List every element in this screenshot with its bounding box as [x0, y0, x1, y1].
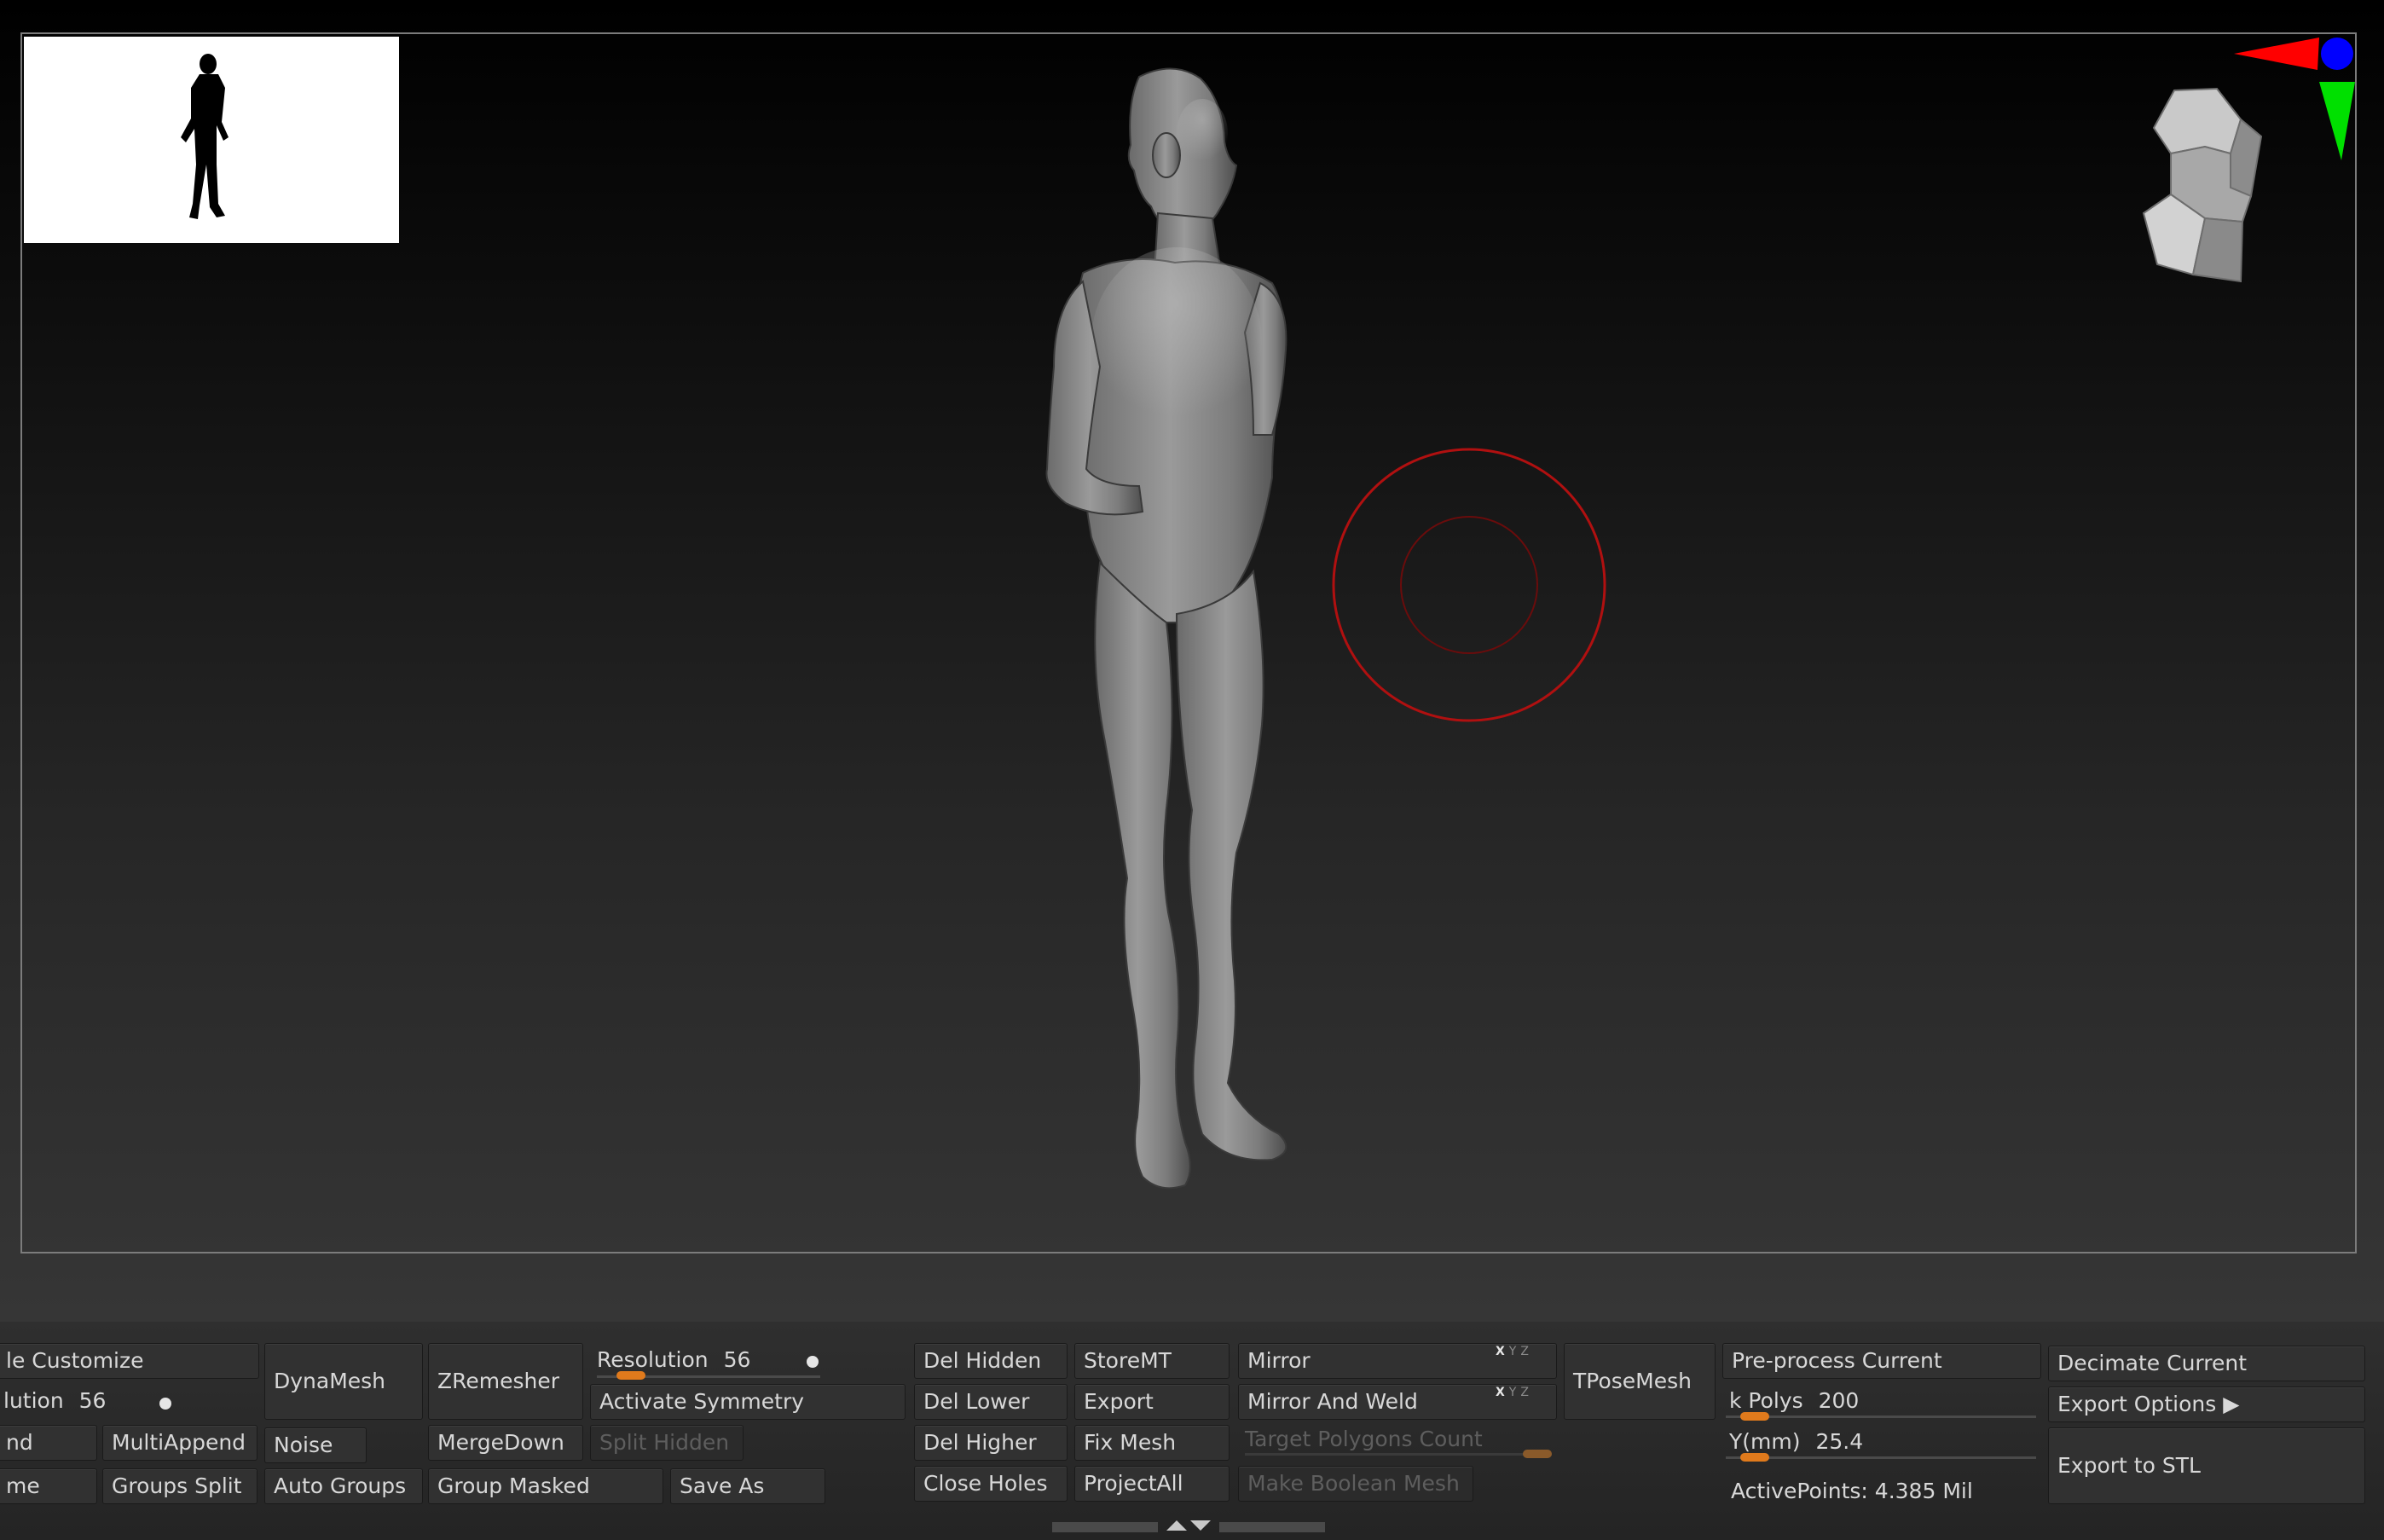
resolution-left-value: 56 — [78, 1388, 107, 1413]
resolution-left-label: lution — [3, 1388, 64, 1413]
del-higher-button[interactable]: Del Higher — [914, 1425, 1068, 1461]
del-higher-label: Del Higher — [923, 1430, 1037, 1455]
group-masked-label: Group Masked — [437, 1473, 590, 1498]
multi-append-button[interactable]: MultiAppend — [102, 1425, 257, 1461]
export-label: Export — [1084, 1389, 1154, 1414]
k-polys-label: k Polys — [1729, 1388, 1803, 1413]
split-hidden-label: Split Hidden — [599, 1430, 730, 1455]
resolution-value: 56 — [723, 1347, 751, 1372]
preprocess-current-button[interactable]: Pre-process Current — [1722, 1343, 2041, 1379]
y-mm-track[interactable] — [1726, 1456, 2036, 1459]
export-options-button[interactable]: Export Options ▶ — [2048, 1387, 2365, 1422]
navigation-preview[interactable] — [24, 37, 399, 243]
save-as-label: Save As — [680, 1473, 765, 1498]
rename-button[interactable]: me — [0, 1468, 97, 1504]
auto-groups-button[interactable]: Auto Groups — [264, 1468, 423, 1504]
make-boolean-mesh-button[interactable]: Make Boolean Mesh — [1238, 1466, 1473, 1502]
activate-symmetry-button[interactable]: Activate Symmetry — [590, 1384, 906, 1420]
y-mm-value: 25.4 — [1815, 1429, 1864, 1454]
export-stl-label: Export to STL — [2057, 1453, 2201, 1478]
merge-down-label: MergeDown — [437, 1430, 564, 1455]
tpose-label: TPoseMesh — [1573, 1369, 1692, 1393]
resolution-indicator[interactable] — [807, 1356, 819, 1368]
preview-silhouette-icon — [181, 54, 229, 219]
customize-button[interactable]: le Customize — [0, 1343, 259, 1379]
tool-panel: le Customize lution 56 nd me MultiAppend… — [0, 1322, 2384, 1540]
export-options-label: Export Options ▶ — [2057, 1392, 2240, 1416]
export-button[interactable]: Export — [1074, 1384, 1230, 1420]
zremesher-label: ZRemesher — [437, 1369, 560, 1393]
rename-label: me — [6, 1473, 40, 1498]
target-polygons-label: Target Polygons Count — [1245, 1427, 1483, 1451]
activate-symmetry-label: Activate Symmetry — [599, 1389, 805, 1414]
resolution-label: Resolution — [597, 1347, 709, 1372]
merge-down-button[interactable]: MergeDown — [428, 1425, 583, 1461]
k-polys-knob[interactable] — [1739, 1412, 1769, 1421]
del-hidden-button[interactable]: Del Hidden — [914, 1343, 1068, 1379]
close-holes-label: Close Holes — [923, 1471, 1048, 1496]
dynamesh-button[interactable]: DynaMesh — [264, 1343, 423, 1420]
decimate-label: Decimate Current — [2057, 1351, 2248, 1375]
dynamesh-label: DynaMesh — [274, 1369, 386, 1393]
export-to-stl-button[interactable]: Export to STL — [2048, 1427, 2365, 1504]
groups-split-label: Groups Split — [112, 1473, 242, 1498]
mirror-weld-axis-selector[interactable]: XYZ — [1496, 1386, 1533, 1399]
brush-cursor-icon — [1332, 448, 1606, 722]
orientation-gizmo-icon[interactable] — [2123, 26, 2379, 307]
noise-label: Noise — [274, 1433, 333, 1457]
human-figure-model[interactable] — [972, 60, 1364, 1219]
k-polys-value: 200 — [1818, 1388, 1860, 1413]
tpose-mesh-button[interactable]: TPoseMesh — [1564, 1343, 1716, 1420]
document-canvas[interactable] — [0, 0, 2384, 1322]
target-polygons-track[interactable] — [1245, 1453, 1552, 1456]
del-lower-label: Del Lower — [923, 1389, 1030, 1414]
resolution-slider-knob[interactable] — [616, 1371, 645, 1380]
del-hidden-label: Del Hidden — [923, 1348, 1042, 1373]
resolution-left-indicator[interactable] — [159, 1398, 171, 1410]
scroll-handle-icon[interactable] — [1052, 1519, 1327, 1534]
noise-button[interactable]: Noise — [264, 1427, 367, 1463]
close-holes-button[interactable]: Close Holes — [914, 1466, 1068, 1502]
make-boolean-label: Make Boolean Mesh — [1247, 1471, 1460, 1496]
project-all-label: ProjectAll — [1084, 1471, 1183, 1496]
k-polys-track[interactable] — [1726, 1416, 2036, 1418]
save-as-button[interactable]: Save As — [670, 1468, 825, 1504]
group-masked-button[interactable]: Group Masked — [428, 1468, 663, 1504]
project-all-button[interactable]: ProjectAll — [1074, 1466, 1230, 1502]
y-mm-slider[interactable]: Y(mm) 25.4 — [1722, 1425, 2041, 1461]
groups-split-button[interactable]: Groups Split — [102, 1468, 257, 1504]
target-polygons-knob[interactable] — [1523, 1450, 1552, 1458]
del-lower-button[interactable]: Del Lower — [914, 1384, 1068, 1420]
customize-label: le Customize — [6, 1348, 144, 1373]
auto-groups-label: Auto Groups — [274, 1473, 407, 1498]
y-mm-label: Y(mm) — [1729, 1429, 1801, 1454]
multi-append-label: MultiAppend — [112, 1430, 246, 1455]
split-hidden-button[interactable]: Split Hidden — [590, 1425, 744, 1461]
store-mt-button[interactable]: StoreMT — [1074, 1343, 1230, 1379]
store-mt-label: StoreMT — [1084, 1348, 1172, 1373]
active-points-readout: ActivePoints: 4.385 Mil — [1731, 1479, 1973, 1503]
mirror-and-weld-label: Mirror And Weld — [1247, 1389, 1418, 1414]
append-label: nd — [6, 1430, 33, 1455]
preprocess-label: Pre-process Current — [1732, 1348, 1942, 1373]
mirror-label: Mirror — [1247, 1348, 1311, 1373]
fix-mesh-button[interactable]: Fix Mesh — [1074, 1425, 1230, 1461]
y-mm-knob[interactable] — [1739, 1453, 1769, 1462]
fix-mesh-label: Fix Mesh — [1084, 1430, 1177, 1455]
k-polys-slider[interactable]: k Polys 200 — [1722, 1384, 2041, 1420]
append-button[interactable]: nd — [0, 1425, 97, 1461]
decimate-current-button[interactable]: Decimate Current — [2048, 1346, 2365, 1381]
mirror-axis-selector[interactable]: XYZ — [1496, 1345, 1533, 1358]
zremesher-button[interactable]: ZRemesher — [428, 1343, 583, 1420]
resolution-slider-left[interactable]: lution 56 — [0, 1384, 252, 1420]
